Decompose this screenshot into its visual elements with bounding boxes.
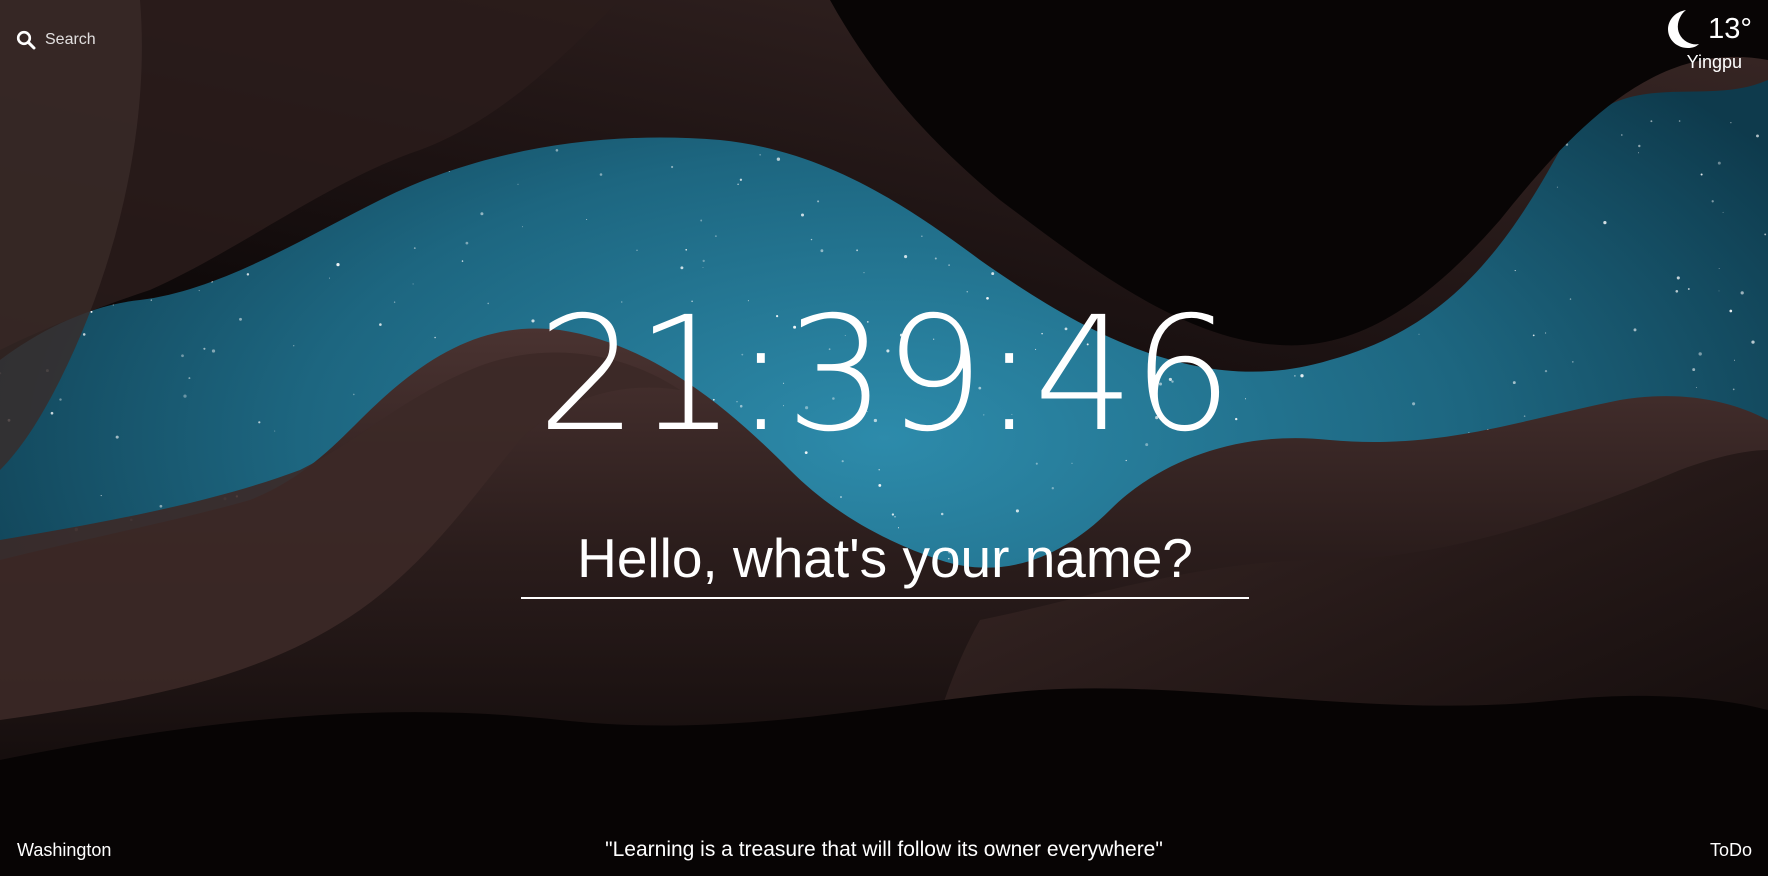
- search-bar[interactable]: [16, 30, 245, 50]
- quote-text: "Learning is a treasure that will follow…: [605, 838, 1163, 861]
- todo-button[interactable]: ToDo: [1710, 840, 1752, 861]
- temperature: 13°: [1708, 13, 1752, 45]
- moon-icon: [1668, 10, 1700, 48]
- weather-widget[interactable]: 13° Yingpu: [1642, 6, 1752, 73]
- clock-time: 21:39:46: [537, 283, 1233, 467]
- weather-row: 13°: [1642, 6, 1752, 52]
- search-input[interactable]: [45, 31, 245, 49]
- name-field-underline: [521, 525, 1249, 599]
- weather-location: Yingpu: [1686, 52, 1742, 72]
- name-input[interactable]: [521, 525, 1249, 597]
- search-icon[interactable]: [16, 30, 36, 50]
